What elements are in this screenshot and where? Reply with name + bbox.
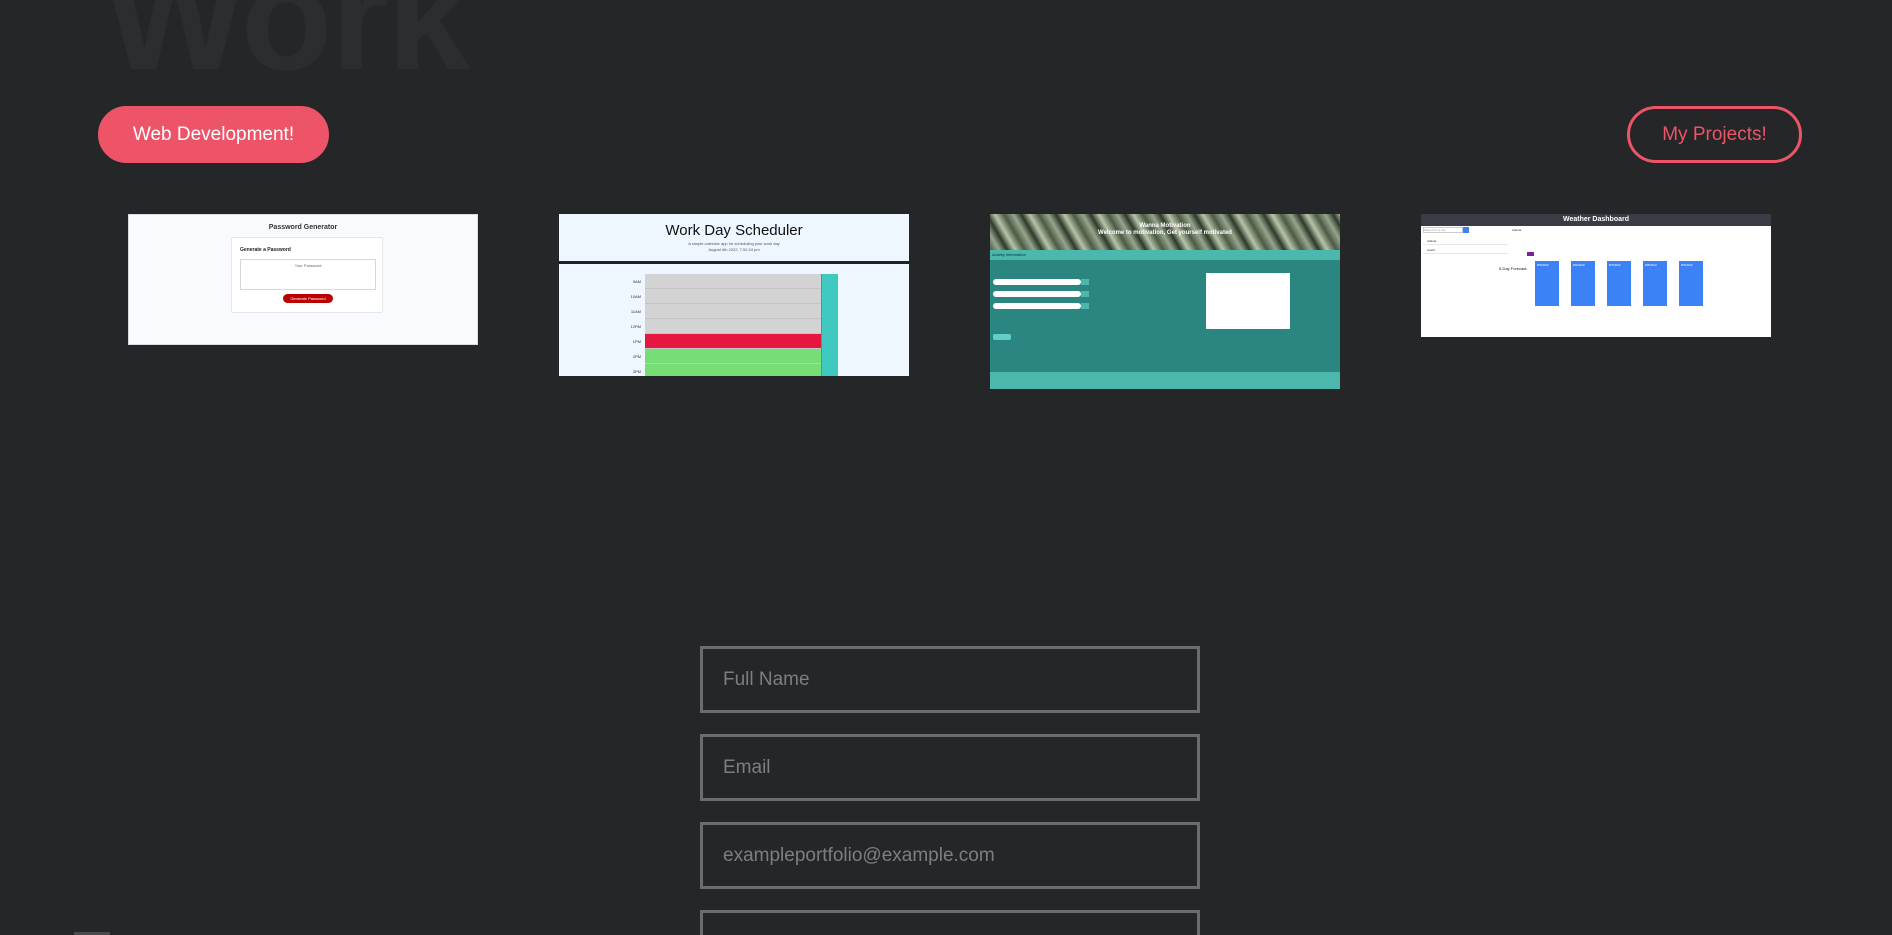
- scheduler-row: 2PM: [559, 349, 909, 364]
- scheduler-row: 10AM: [559, 289, 909, 304]
- save-icon: [821, 304, 838, 319]
- thumbnail-input-button: [1081, 291, 1089, 297]
- my-projects-button[interactable]: My Projects!: [1627, 106, 1802, 163]
- thumbnail-footer: [990, 372, 1340, 389]
- thumbnail-header: Work Day Scheduler A simple calendar app…: [559, 214, 909, 264]
- thumbnail-banner-line: Welcome to motivation, Get yourself moti…: [1098, 230, 1232, 236]
- thumbnail-search-icon: [1463, 227, 1469, 233]
- scheduler-time: 10AM: [630, 294, 641, 299]
- thumbnail-subtitle: A simple calendar app for scheduling you…: [559, 241, 909, 253]
- project-thumbnail-weather-dashboard[interactable]: Weather Dashboard Search for a city Atla…: [1421, 214, 1771, 337]
- thumbnail-city-item: Atlanta: [1423, 237, 1508, 245]
- page: Work Web Development! My Projects! Passw…: [0, 0, 1892, 935]
- project-thumbnail-motivation[interactable]: Wanna Motivation Welcome to motivation, …: [990, 214, 1340, 389]
- thumbnail-forecast-card: 8/7/2022: [1607, 261, 1631, 306]
- thumbnail-input: [993, 303, 1081, 309]
- save-icon: [821, 274, 838, 289]
- thumbnail-uv-badge: [1527, 252, 1534, 256]
- thumbnail-title: Weather Dashboard: [1421, 214, 1771, 226]
- scheduler-row: 9AM: [559, 274, 909, 289]
- thumbnail-forecast-title: 5-Day Forecast:: [1499, 266, 1528, 271]
- thumbnail-subtitle-line: August 4th 2022, 7:52:24 pm: [708, 247, 760, 252]
- thumbnail-label: Activity Information: [992, 252, 1026, 257]
- thumbnail-card-title: Generate a Password: [240, 247, 291, 253]
- thumbnail-input: [993, 291, 1081, 297]
- save-icon: [821, 349, 838, 364]
- scheduler-row: 3PM: [559, 364, 909, 376]
- web-development-button[interactable]: Web Development!: [98, 106, 329, 163]
- thumbnail-input-button: [1081, 279, 1089, 285]
- thumbnail-banner-line: Wanna Motivation: [1139, 223, 1191, 229]
- section-title: Work: [104, 0, 470, 101]
- thumbnail-small-button: [993, 334, 1011, 340]
- thumbnail-forecast-card: 8/8/2022: [1643, 261, 1667, 306]
- scheduler-block: [645, 319, 821, 334]
- scheduler-row: 12PM: [559, 319, 909, 334]
- scheduler-block: [645, 349, 821, 364]
- scheduler-block: [645, 304, 821, 319]
- project-thumbnail-work-day-scheduler[interactable]: Work Day Scheduler A simple calendar app…: [559, 214, 909, 376]
- thumbnail-title: Work Day Scheduler: [665, 222, 803, 239]
- thumbnail-result-box: [1206, 273, 1290, 329]
- thumbnail-input-button: [1081, 303, 1089, 309]
- scheduler-row: 11AM: [559, 304, 909, 319]
- thumbnail-forecast-card: 8/9/2022: [1679, 261, 1703, 306]
- email-input[interactable]: [700, 734, 1200, 801]
- thumbnail-generate-button: Generate Password: [283, 294, 333, 303]
- scheduler-time: 3PM: [632, 369, 641, 374]
- project-thumbnail-password-generator[interactable]: Password Generator Generate a Password Y…: [128, 214, 478, 345]
- thumbnail-forecast-card: 8/6/2022: [1571, 261, 1595, 306]
- thumbnail-title: Password Generator: [268, 224, 338, 231]
- scheduler-block: [645, 274, 821, 289]
- thumbnail-bar: [990, 250, 1340, 260]
- scheduler-time: 12PM: [630, 324, 641, 329]
- thumbnail-forecast-card: 8/5/2022: [1535, 261, 1559, 306]
- scheduler-row: 1PM: [559, 334, 909, 349]
- message-input[interactable]: [700, 910, 1200, 935]
- example-email-input[interactable]: [700, 822, 1200, 889]
- thumbnail-current-city: Atlanta: [1512, 228, 1522, 232]
- full-name-input[interactable]: [700, 646, 1200, 713]
- thumbnail-city-item: Austin: [1423, 246, 1508, 254]
- scheduler-block: [645, 334, 821, 349]
- scheduler-time: 1PM: [632, 339, 641, 344]
- scheduler-time: 2PM: [632, 354, 641, 359]
- scheduler-block: [645, 289, 821, 304]
- scheduler-time: 9AM: [632, 279, 641, 284]
- save-icon: [821, 334, 838, 349]
- scheduler-time: 11AM: [630, 309, 641, 314]
- save-icon: [821, 319, 838, 334]
- thumbnail-banner-text: Wanna Motivation Welcome to motivation, …: [990, 223, 1340, 237]
- thumbnail-banner-image: Wanna Motivation Welcome to motivation, …: [990, 214, 1340, 250]
- save-icon: [821, 289, 838, 304]
- save-icon: [821, 364, 838, 376]
- thumbnail-textarea: Your Password: [240, 259, 376, 290]
- thumbnail-input: [993, 279, 1081, 285]
- scheduler-block: [645, 364, 821, 376]
- thumbnail-search-input: Search for a city: [1423, 227, 1463, 233]
- thumbnail-card: Generate a Password Your Password Genera…: [231, 237, 383, 313]
